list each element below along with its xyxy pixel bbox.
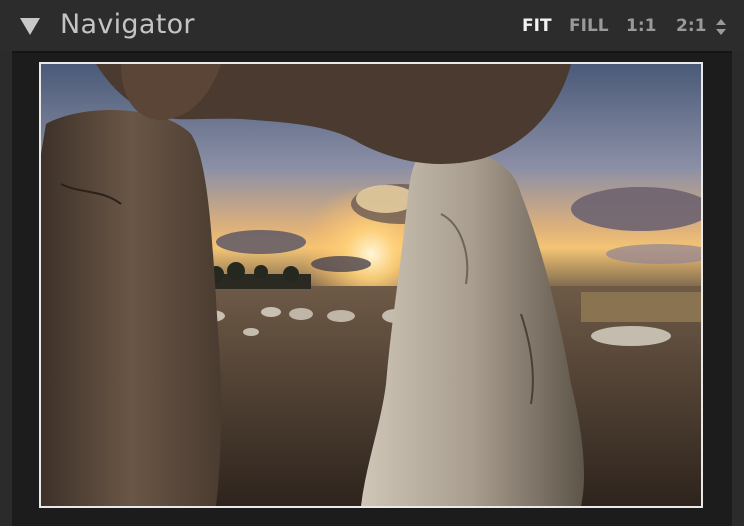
collapse-triangle-icon[interactable]	[19, 16, 41, 36]
navigator-header: Navigator FIT FILL 1:1 2:1	[0, 0, 744, 52]
zoom-2to1-button[interactable]: 2:1	[676, 16, 706, 36]
navigator-preview-image[interactable]	[39, 62, 703, 508]
zoom-fill-button[interactable]: FILL	[569, 16, 609, 36]
panel-title: Navigator	[60, 9, 195, 40]
zoom-stepper-icon[interactable]	[714, 17, 728, 37]
zoom-fit-button[interactable]: FIT	[522, 16, 552, 36]
zoom-1to1-button[interactable]: 1:1	[626, 16, 656, 36]
photo-dolmen-sunset	[41, 64, 701, 506]
